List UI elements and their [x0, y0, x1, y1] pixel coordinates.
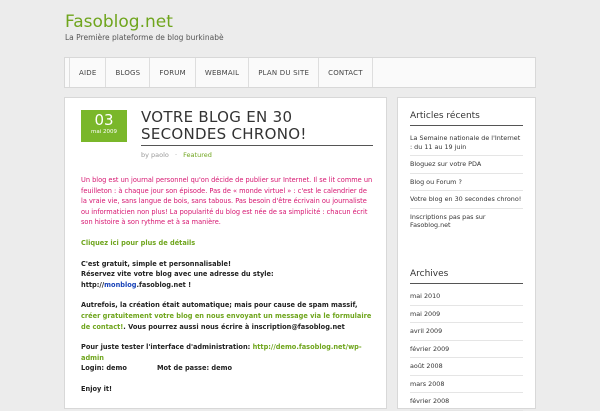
- recent-post-item[interactable]: Votre blog en 30 secondes chrono!: [410, 191, 523, 209]
- details-link[interactable]: Cliquez ici pour plus de détails: [81, 238, 373, 249]
- recent-post-item[interactable]: Bloguez sur votre PDA: [410, 156, 523, 174]
- post-title[interactable]: VOTRE BLOG EN 30 SECONDES CHRONO!: [141, 109, 373, 146]
- post-author: by paolo: [141, 151, 169, 159]
- site-tagline: La Première plateforme de blog burkinabè: [65, 33, 224, 42]
- archive-item[interactable]: mai 2010: [410, 288, 523, 306]
- recent-post-item[interactable]: Blog ou Forum ?: [410, 174, 523, 191]
- nav-contact[interactable]: CONTACT: [319, 58, 373, 87]
- archives-list: mai 2010 mai 2009 avril 2009 février 200…: [410, 288, 523, 411]
- post-category-link[interactable]: Featured: [183, 151, 212, 159]
- nav-blogs[interactable]: BLOGS: [106, 58, 151, 87]
- recent-posts-title: Articles récents: [410, 111, 523, 126]
- nav-aide[interactable]: AIDE: [69, 58, 107, 87]
- recent-post-item[interactable]: La Semaine nationale de l'Internet : du …: [410, 130, 523, 156]
- auto-paragraph: Autrefois, la création était automatique…: [81, 300, 373, 332]
- reserve-suffix: .fasoblog.net !: [136, 280, 192, 289]
- enjoy-line: Enjoy it!: [81, 384, 113, 393]
- test-text: Pour juste tester l'interface d'administ…: [81, 343, 253, 352]
- sidebar: Articles récents La Semaine nationale de…: [397, 97, 536, 411]
- archive-item[interactable]: août 2008: [410, 358, 523, 376]
- main-navigation: AIDE BLOGS FORUM WEBMAIL PLAN DU SITE CO…: [64, 57, 536, 88]
- post-body: Un blog est un journal personnel qu'on d…: [81, 175, 373, 405]
- login-label: Login: demo: [81, 364, 127, 373]
- nav-forum[interactable]: FORUM: [150, 58, 196, 87]
- post-meta: by paolo · Featured: [141, 151, 212, 159]
- auto-suffix: . Vous pourrez aussi nous écrire à inscr…: [123, 322, 345, 331]
- reserve-highlight: monblog: [104, 280, 137, 289]
- nav-plan-du-site[interactable]: PLAN DU SITE: [249, 58, 320, 87]
- archive-item[interactable]: mai 2009: [410, 306, 523, 323]
- post-date-month: mai 2009: [90, 129, 117, 135]
- archives-title: Archives: [410, 269, 523, 284]
- auto-text: Autrefois, la création était automatique…: [81, 301, 358, 310]
- recent-posts-widget: Articles récents La Semaine nationale de…: [398, 111, 535, 234]
- archives-widget: Archives mai 2010 mai 2009 avril 2009 fé…: [398, 269, 535, 411]
- free-line: C'est gratuit, simple et personnalisable…: [81, 259, 231, 268]
- site-title[interactable]: Fasoblog.net: [65, 12, 173, 32]
- post-panel: 03 mai 2009 VOTRE BLOG EN 30 SECONDES CH…: [64, 97, 387, 409]
- archive-item[interactable]: février 2009: [410, 341, 523, 358]
- archive-item[interactable]: avril 2009: [410, 323, 523, 341]
- recent-post-item[interactable]: Inscriptions pas pas sur Fasoblog.net: [410, 209, 523, 234]
- recent-posts-list: La Semaine nationale de l'Internet : du …: [410, 130, 523, 234]
- archive-item[interactable]: février 2008: [410, 393, 523, 411]
- post-date-day: 03: [94, 111, 114, 129]
- password-label: Mot de passe: demo: [156, 364, 232, 373]
- post-intro: Un blog est un journal personnel qu'on d…: [81, 176, 373, 227]
- meta-separator: ·: [175, 151, 178, 159]
- post-date-badge: 03 mai 2009: [81, 110, 127, 142]
- free-paragraph: C'est gratuit, simple et personnalisable…: [81, 259, 373, 291]
- nav-webmail[interactable]: WEBMAIL: [196, 58, 250, 87]
- test-paragraph: Pour juste tester l'interface d'administ…: [81, 342, 373, 374]
- archive-item[interactable]: mars 2008: [410, 376, 523, 393]
